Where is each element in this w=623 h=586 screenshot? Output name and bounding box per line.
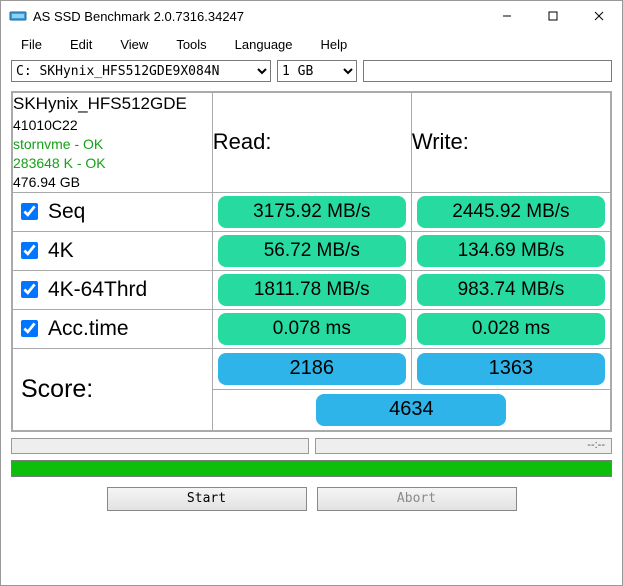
label-4k: 4K — [48, 239, 74, 263]
menu-bar: File Edit View Tools Language Help — [1, 31, 622, 57]
label-acc: Acc.time — [48, 317, 129, 341]
maximize-button[interactable] — [530, 1, 576, 31]
minimize-button[interactable] — [484, 1, 530, 31]
title-bar: AS SSD Benchmark 2.0.7316.34247 — [1, 1, 622, 31]
drive-align: 283648 K - OK — [13, 154, 212, 173]
maximize-icon — [548, 11, 558, 21]
size-select[interactable]: 1 GB — [277, 60, 357, 82]
row-seq: Seq — [13, 193, 212, 231]
acc-read: 0.078 ms — [218, 313, 406, 345]
score-read: 2186 — [218, 353, 406, 385]
header-write: Write: — [411, 93, 610, 193]
menu-view[interactable]: View — [106, 34, 162, 55]
4k-write: 134.69 MB/s — [417, 235, 605, 267]
status-left — [11, 438, 309, 454]
menu-edit[interactable]: Edit — [56, 34, 106, 55]
score-write: 1363 — [417, 353, 605, 385]
toolbar-textbox[interactable] — [363, 60, 612, 82]
checkbox-acc[interactable] — [21, 320, 38, 337]
label-4k64: 4K-64Thrd — [48, 278, 147, 302]
menu-language[interactable]: Language — [221, 34, 307, 55]
4k64-write: 983.74 MB/s — [417, 274, 605, 306]
4k-read: 56.72 MB/s — [218, 235, 406, 267]
checkbox-seq[interactable] — [21, 203, 38, 220]
score-total: 4634 — [316, 394, 506, 426]
drive-capacity: 476.94 GB — [13, 173, 212, 192]
drive-model: SKHynix_HFS512GDE — [13, 93, 212, 116]
seq-write: 2445.92 MB/s — [417, 196, 605, 228]
checkbox-4k64[interactable] — [21, 281, 38, 298]
close-icon — [594, 11, 604, 21]
abort-button: Abort — [317, 487, 517, 511]
progress-bar — [11, 460, 612, 477]
drive-select[interactable]: C: SKHynix_HFS512GDE9X084N — [11, 60, 271, 82]
row-4k: 4K — [13, 232, 212, 270]
window-title: AS SSD Benchmark 2.0.7316.34247 — [33, 9, 484, 24]
header-read: Read: — [212, 93, 411, 193]
button-row: Start Abort — [11, 487, 612, 511]
4k64-read: 1811.78 MB/s — [218, 274, 406, 306]
start-button[interactable]: Start — [107, 487, 307, 511]
toolbar: C: SKHynix_HFS512GDE9X084N 1 GB — [1, 57, 622, 87]
status-right: --:-- — [315, 438, 613, 454]
label-seq: Seq — [48, 200, 85, 224]
status-row: --:-- — [11, 438, 612, 454]
minimize-icon — [502, 11, 512, 21]
row-acc: Acc.time — [13, 310, 212, 348]
acc-write: 0.028 ms — [417, 313, 605, 345]
row-4k64: 4K-64Thrd — [13, 271, 212, 309]
seq-read: 3175.92 MB/s — [218, 196, 406, 228]
score-label: Score: — [13, 369, 212, 410]
drive-driver: stornvme - OK — [13, 135, 212, 154]
menu-help[interactable]: Help — [307, 34, 362, 55]
app-icon — [9, 7, 27, 25]
close-button[interactable] — [576, 1, 622, 31]
drive-fw: 41010C22 — [13, 116, 212, 135]
checkbox-4k[interactable] — [21, 242, 38, 259]
menu-file[interactable]: File — [7, 34, 56, 55]
results-panel: SKHynix_HFS512GDE 41010C22 stornvme - OK… — [11, 91, 612, 432]
menu-tools[interactable]: Tools — [162, 34, 220, 55]
drive-info: SKHynix_HFS512GDE 41010C22 stornvme - OK… — [13, 93, 213, 193]
